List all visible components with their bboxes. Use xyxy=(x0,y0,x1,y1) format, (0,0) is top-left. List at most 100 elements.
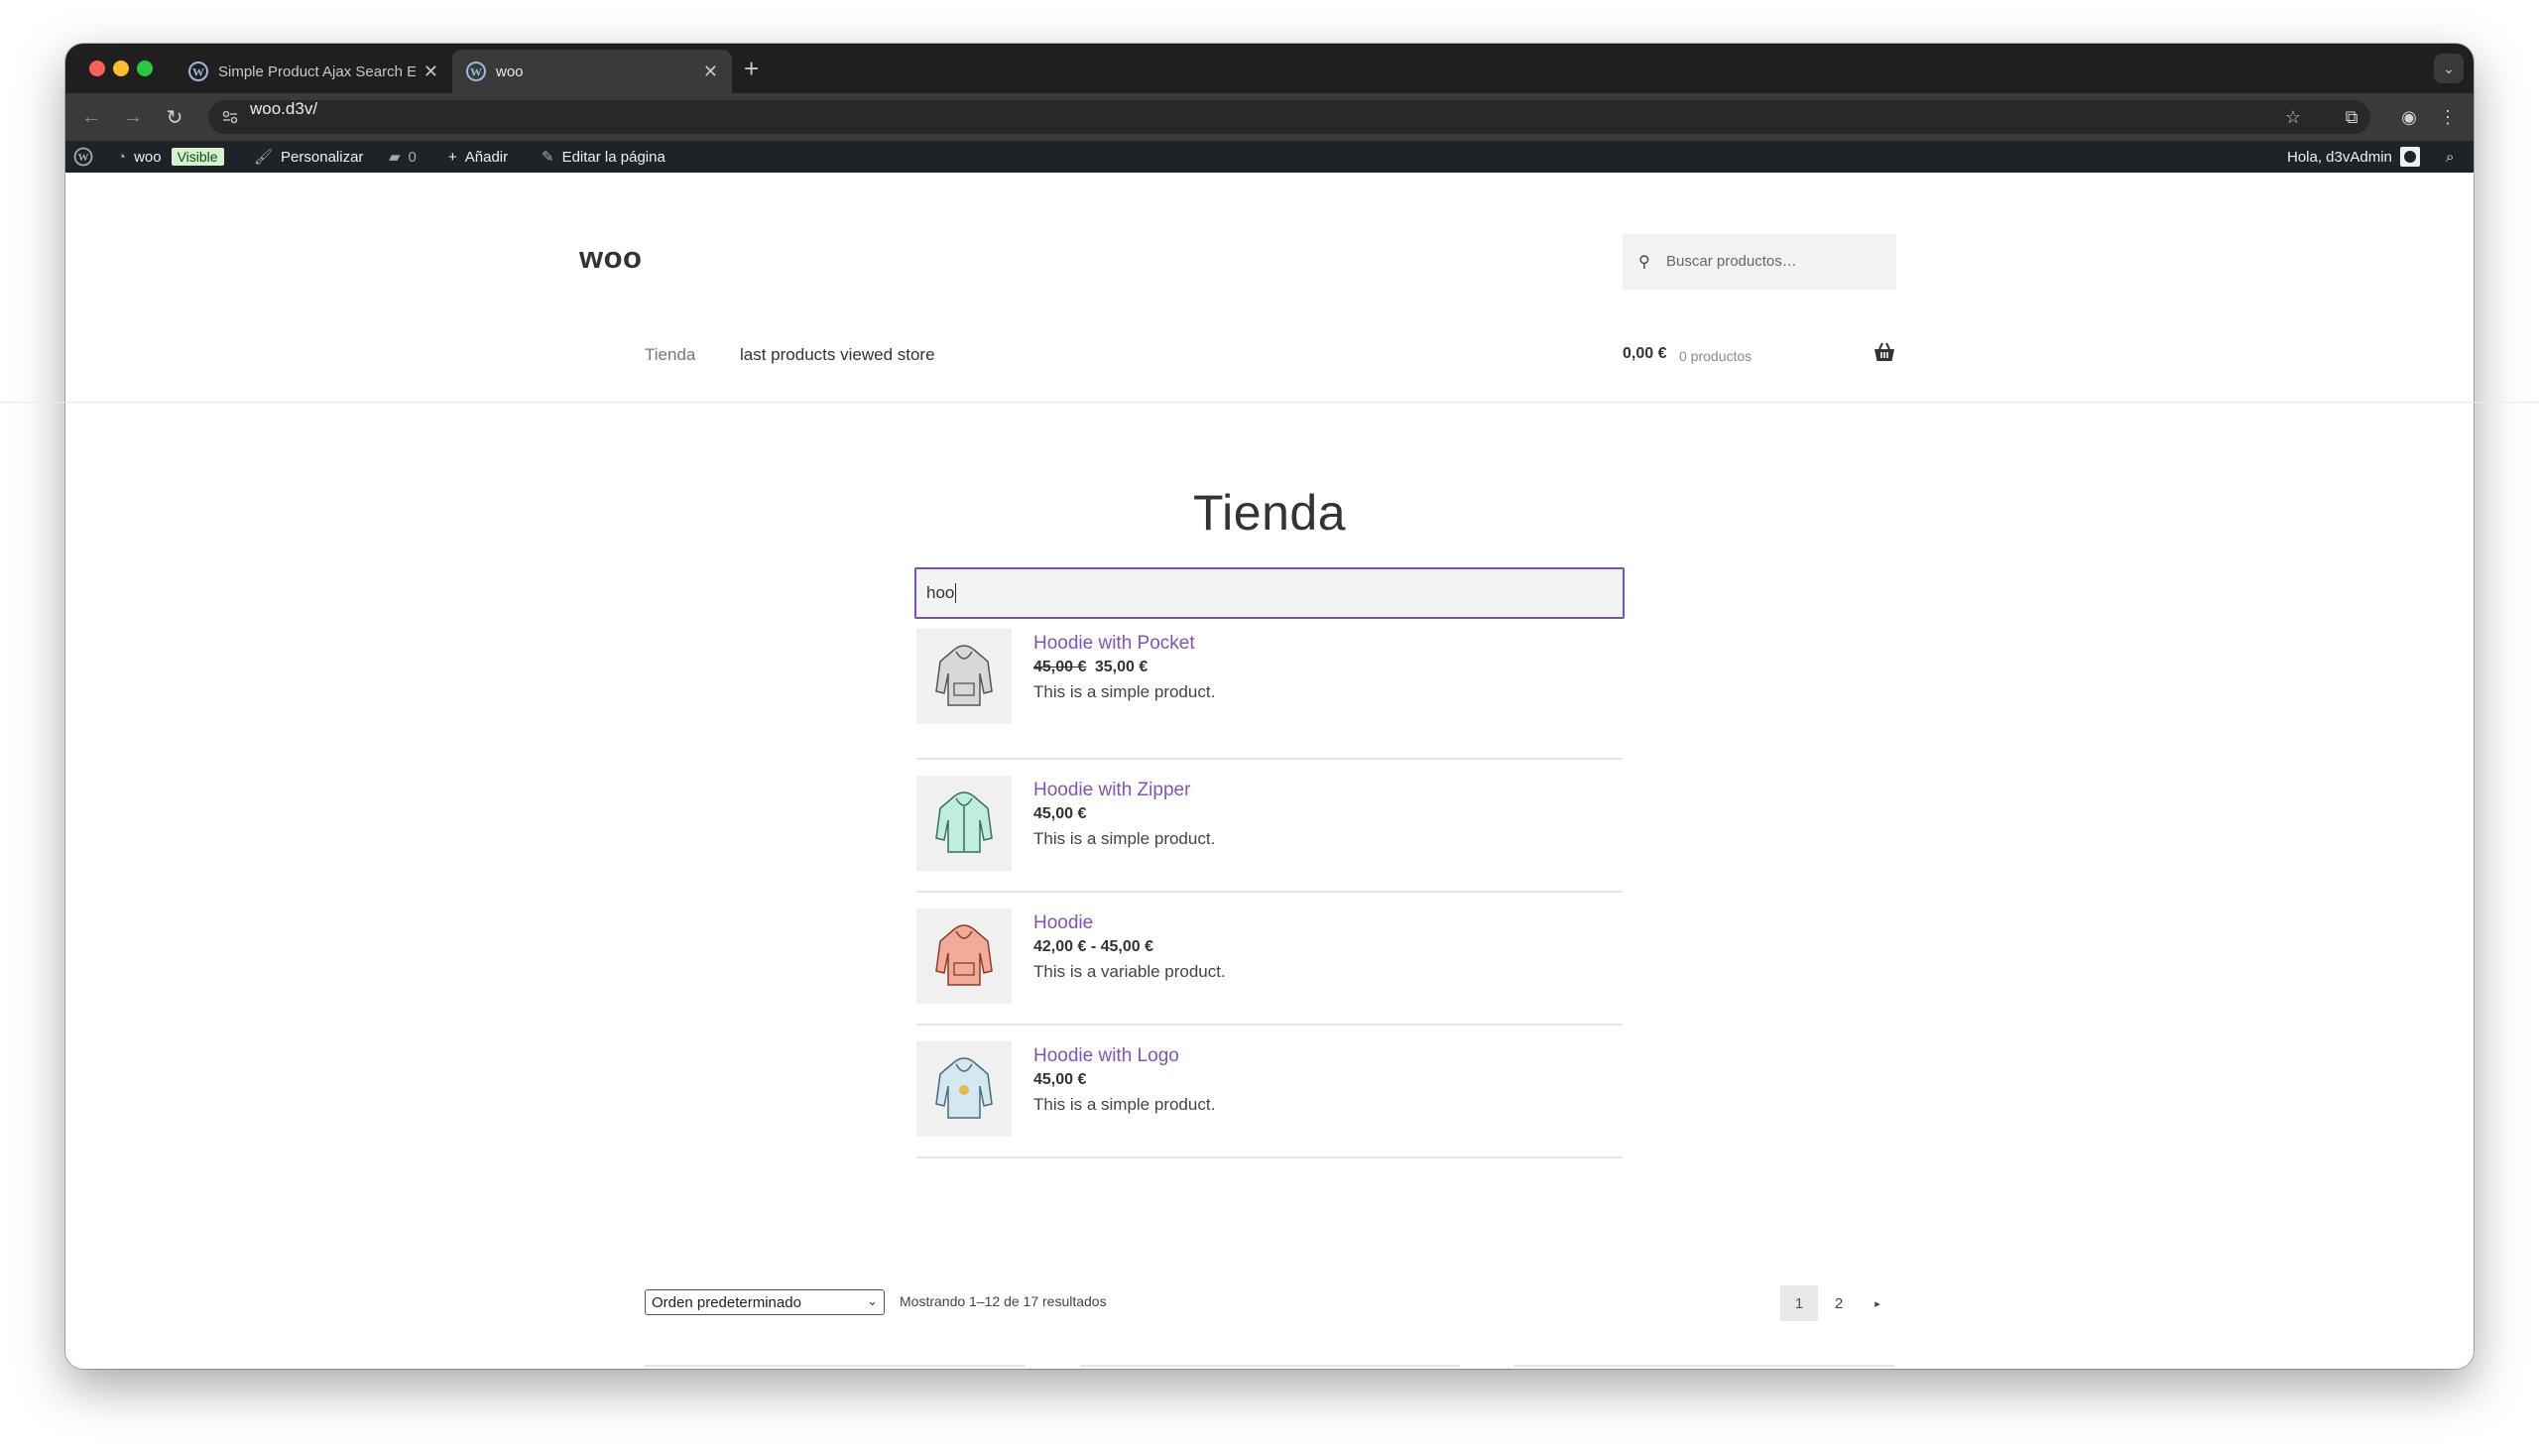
tab-woo[interactable]: W woo ✕ xyxy=(452,50,732,93)
pagination-page-2[interactable]: 2 xyxy=(1820,1285,1858,1321)
sale-price: 35,00 € xyxy=(1094,659,1149,675)
add-new-label: Añadir xyxy=(464,148,509,166)
basket-icon[interactable] xyxy=(1873,341,1896,363)
wp-logo-menu[interactable]: W xyxy=(73,141,93,173)
header-divider xyxy=(0,402,2539,403)
cart-amount[interactable]: 0,00 € xyxy=(1623,345,1666,363)
tab-title: Simple Product Ajax Search E xyxy=(218,62,416,80)
close-tab-icon[interactable]: ✕ xyxy=(703,61,718,82)
search-input-value: hoo xyxy=(926,583,955,602)
my-account-menu[interactable]: Hola, d3vAdmin xyxy=(2287,141,2420,173)
greeting-label: Hola, d3vAdmin xyxy=(2287,148,2392,166)
close-window-button[interactable] xyxy=(89,61,105,76)
site-name-menu[interactable]: ◔ woo Visible xyxy=(117,141,224,173)
wordpress-icon: W xyxy=(466,61,486,81)
cart-count[interactable]: 0 productos xyxy=(1679,348,1752,364)
search-result-item[interactable]: Hoodie with Zipper 45,00 € This is a sim… xyxy=(916,760,1623,893)
tab-simple-product-ajax-search[interactable]: W Simple Product Ajax Search E ✕ xyxy=(175,50,452,93)
admin-search-button[interactable]: ⌕ xyxy=(2446,141,2454,173)
page-title: Tienda xyxy=(1192,485,1347,541)
svg-text:W: W xyxy=(78,152,89,164)
pencil-icon: ✎ xyxy=(542,149,554,166)
browser-toolbar: ← → ↻ woo.d3v/ ☆ ⧉ ◉ ⋮ xyxy=(65,93,2474,141)
minimize-window-button[interactable] xyxy=(113,61,129,76)
search-result-item[interactable]: Hoodie with Logo 45,00 € This is a simpl… xyxy=(916,1026,1623,1158)
nav-item-last-products[interactable]: last products viewed store xyxy=(740,345,935,365)
address-bar[interactable] xyxy=(208,100,2370,134)
product-description: This is a simple product. xyxy=(1033,829,1216,848)
maximize-window-button[interactable] xyxy=(137,61,153,76)
product-price: 42,00 € - 45,00 € xyxy=(1033,938,1153,955)
extensions-icon[interactable]: ⧉ xyxy=(2340,105,2363,129)
pagination-next-button[interactable]: ▸ xyxy=(1859,1285,1896,1321)
site-name-label: woo xyxy=(134,148,162,166)
product-thumbnail[interactable] xyxy=(916,629,1012,724)
product-description: This is a simple product. xyxy=(1033,682,1216,701)
close-tab-icon[interactable]: ✕ xyxy=(423,61,438,82)
wordpress-icon: W xyxy=(188,61,208,81)
product-search-box[interactable]: ⚲ Buscar productos… xyxy=(1623,234,1896,290)
search-icon: ⚲ xyxy=(1638,254,1650,271)
svg-text:W: W xyxy=(192,65,204,79)
arrow-left-icon: ← xyxy=(81,105,101,128)
text-caret xyxy=(955,583,957,603)
product-name-link[interactable]: Hoodie with Zipper xyxy=(1033,780,1190,801)
tab-strip: W Simple Product Ajax Search E ✕ W woo ✕… xyxy=(65,44,2474,93)
ajax-search-input[interactable]: hoo xyxy=(914,567,1625,619)
visible-badge: Visible xyxy=(171,148,224,166)
reload-button[interactable]: ↻ xyxy=(161,103,188,131)
menu-icon[interactable]: ⋮ xyxy=(2436,105,2460,129)
search-results-list: Hoodie with Pocket 45,00 € 35,00 € This … xyxy=(916,627,1623,1158)
profile-icon[interactable]: ◉ xyxy=(2397,105,2421,129)
chevron-down-icon: ⌄ xyxy=(867,1293,878,1308)
customize-label: Personalizar xyxy=(281,148,364,166)
reload-icon: ↻ xyxy=(166,106,183,129)
paintbrush-icon: 🖌︎ xyxy=(254,149,274,166)
search-result-item[interactable]: Hoodie with Pocket 45,00 € 35,00 € This … xyxy=(916,627,1623,760)
hoodie-icon xyxy=(935,791,993,853)
result-count: Mostrando 1–12 de 17 resultados xyxy=(900,1293,1107,1309)
tab-search-button[interactable]: ⌄ xyxy=(2434,54,2464,83)
hoodie-icon xyxy=(935,1057,993,1119)
product-price: 45,00 € 35,00 € xyxy=(1033,659,1148,676)
product-thumbnail[interactable] xyxy=(916,1041,1012,1137)
back-button[interactable]: ← xyxy=(77,103,105,131)
product-description: This is a simple product. xyxy=(1033,1095,1216,1114)
hoodie-icon xyxy=(935,645,993,706)
bookmark-star-icon[interactable]: ☆ xyxy=(2281,105,2305,129)
tab-title: woo xyxy=(496,62,524,80)
new-tab-button[interactable]: + xyxy=(744,54,759,83)
hoodie-icon xyxy=(935,924,993,986)
comments-count: 0 xyxy=(408,148,417,166)
customize-link[interactable]: 🖌︎ Personalizar xyxy=(254,141,363,173)
search-result-item[interactable]: Hoodie 42,00 € - 45,00 € This is a varia… xyxy=(916,893,1623,1026)
svg-text:W: W xyxy=(470,65,482,79)
edit-page-link[interactable]: ✎ Editar la página xyxy=(542,141,665,173)
product-thumbnail[interactable] xyxy=(916,776,1012,871)
search-icon: ⌕ xyxy=(2446,148,2455,166)
product-card-top xyxy=(1514,1365,1894,1367)
product-search-placeholder: Buscar productos… xyxy=(1666,253,1797,270)
product-card-top xyxy=(1080,1365,1460,1367)
site-title[interactable]: woo xyxy=(579,240,643,276)
product-price: 45,00 € xyxy=(1033,805,1087,822)
product-name-link[interactable]: Hoodie with Logo xyxy=(1033,1045,1179,1067)
site-settings-icon[interactable] xyxy=(220,107,240,127)
product-price: 45,00 € xyxy=(1033,1071,1087,1088)
product-description: This is a variable product. xyxy=(1033,962,1226,981)
product-thumbnail[interactable] xyxy=(916,909,1012,1004)
url-text: woo.d3v/ xyxy=(250,99,318,118)
product-card-top xyxy=(645,1365,1025,1367)
wordpress-icon: W xyxy=(73,147,93,167)
comment-icon: ▰ xyxy=(389,149,401,166)
edit-page-label: Editar la página xyxy=(561,148,665,166)
nav-item-tienda[interactable]: Tienda xyxy=(645,345,695,365)
forward-button[interactable]: → xyxy=(119,103,147,131)
plus-icon: + xyxy=(448,148,457,166)
product-name-link[interactable]: Hoodie with Pocket xyxy=(1033,633,1195,655)
pagination-page-1[interactable]: 1 xyxy=(1780,1285,1818,1321)
comments-link[interactable]: ▰ 0 xyxy=(389,141,417,173)
add-new-menu[interactable]: + Añadir xyxy=(448,141,508,173)
product-name-link[interactable]: Hoodie xyxy=(1033,912,1093,934)
sort-order-select[interactable]: Orden predeterminado ⌄ xyxy=(645,1289,885,1315)
